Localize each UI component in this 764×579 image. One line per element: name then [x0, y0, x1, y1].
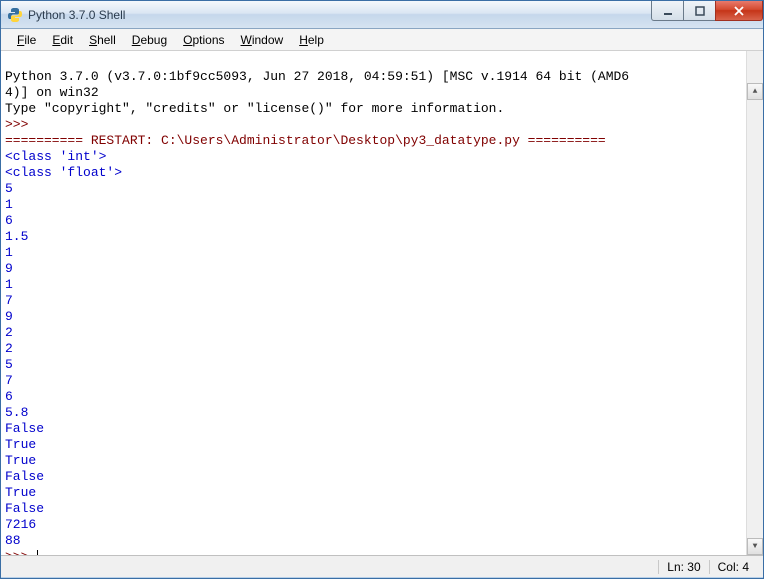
menu-edit[interactable]: Edit	[44, 31, 81, 49]
output-line: 7	[5, 293, 13, 308]
output-line: <class 'float'>	[5, 165, 122, 180]
output-line: 5.8	[5, 405, 28, 420]
vertical-scrollbar[interactable]: ▲ ▼	[746, 51, 763, 555]
title-bar: Python 3.7.0 Shell	[1, 1, 763, 29]
output-line: 2	[5, 341, 13, 356]
minimize-button[interactable]	[651, 1, 684, 21]
output-line: 5	[5, 357, 13, 372]
output-line: True	[5, 453, 36, 468]
menu-window[interactable]: Window	[233, 31, 292, 49]
shell-output[interactable]: Python 3.7.0 (v3.7.0:1bf9cc5093, Jun 27 …	[1, 51, 763, 555]
output-line: 7	[5, 373, 13, 388]
output-line: 6	[5, 389, 13, 404]
banner-line: Python 3.7.0 (v3.7.0:1bf9cc5093, Jun 27 …	[5, 69, 629, 84]
window-controls	[652, 1, 763, 21]
prompt: >>>	[5, 549, 36, 555]
output-line: 1	[5, 197, 13, 212]
output-line: <class 'int'>	[5, 149, 106, 164]
output-line: True	[5, 485, 36, 500]
output-line: 9	[5, 261, 13, 276]
close-button[interactable]	[715, 1, 763, 21]
menu-help[interactable]: Help	[291, 31, 332, 49]
scroll-up-button[interactable]: ▲	[747, 83, 763, 100]
output-line: 1	[5, 277, 13, 292]
scroll-down-button[interactable]: ▼	[747, 538, 763, 555]
menu-bar: File Edit Shell Debug Options Window Hel…	[1, 29, 763, 51]
text-caret	[37, 550, 38, 555]
banner-line: Type "copyright", "credits" or "license(…	[5, 101, 504, 116]
output-line: 2	[5, 325, 13, 340]
python-icon	[7, 7, 23, 23]
output-line: 1	[5, 245, 13, 260]
output-line: False	[5, 421, 44, 436]
menu-options[interactable]: Options	[175, 31, 232, 49]
maximize-button[interactable]	[683, 1, 716, 21]
status-bar: Ln: 30 Col: 4	[1, 555, 763, 577]
output-line: 1.5	[5, 229, 28, 244]
output-line: 88	[5, 533, 21, 548]
restart-line: ========== RESTART: C:\Users\Administrat…	[5, 133, 606, 148]
output-line: 6	[5, 213, 13, 228]
window-title: Python 3.7.0 Shell	[28, 8, 125, 22]
output-line: False	[5, 501, 44, 516]
prompt: >>>	[5, 117, 36, 132]
output-line: False	[5, 469, 44, 484]
output-line: 7216	[5, 517, 36, 532]
status-col: Col: 4	[709, 560, 757, 574]
menu-file[interactable]: File	[9, 31, 44, 49]
output-line: 9	[5, 309, 13, 324]
menu-debug[interactable]: Debug	[124, 31, 175, 49]
banner-line: 4)] on win32	[5, 85, 99, 100]
menu-shell[interactable]: Shell	[81, 31, 124, 49]
output-line: True	[5, 437, 36, 452]
output-line: 5	[5, 181, 13, 196]
status-line: Ln: 30	[658, 560, 708, 574]
